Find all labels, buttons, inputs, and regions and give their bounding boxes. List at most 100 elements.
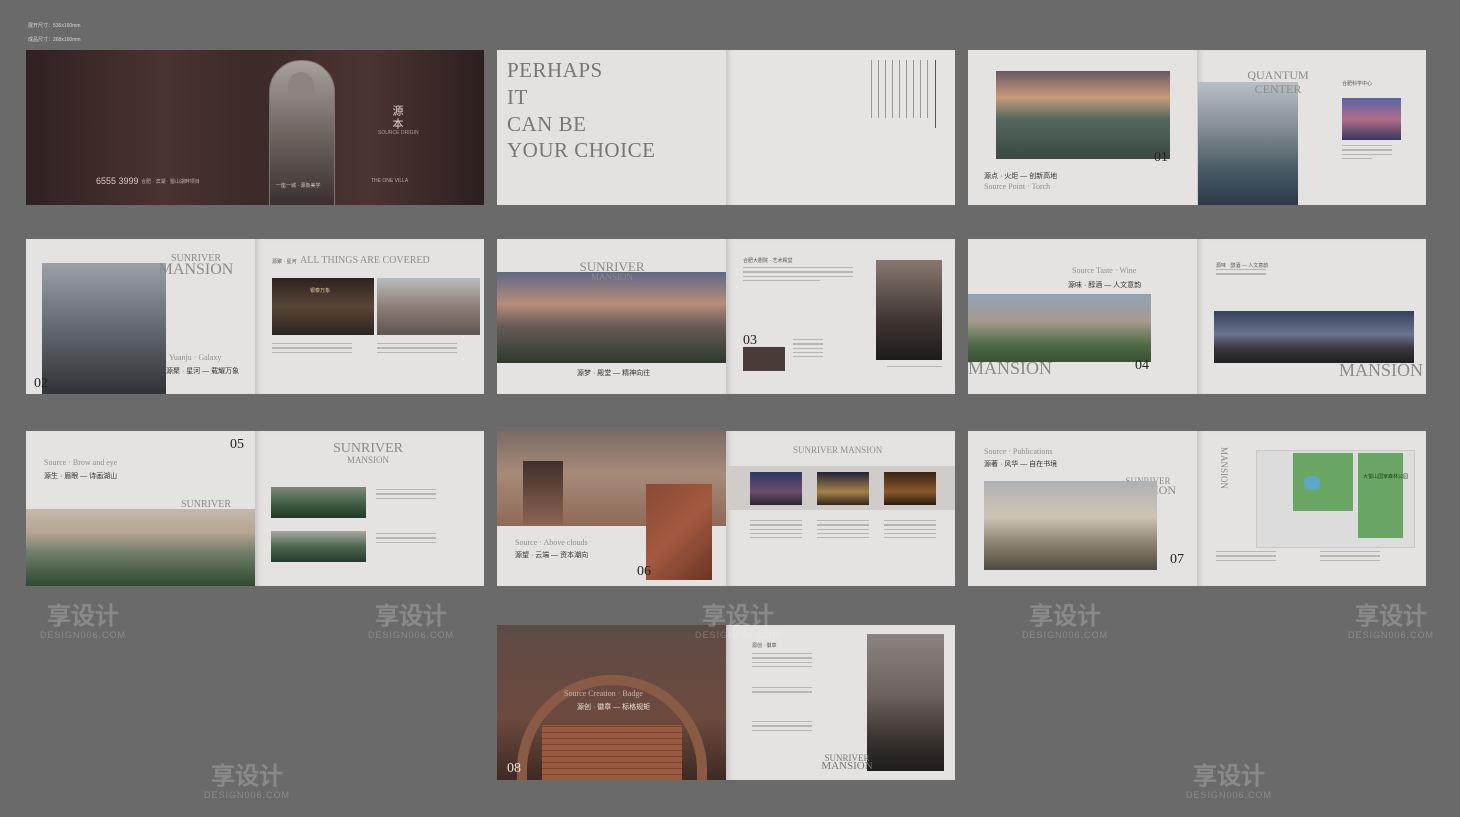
list-text bbox=[793, 339, 823, 360]
watermark: 享设计 DESIGN006.COM bbox=[40, 603, 127, 640]
spec-page-size: 成品尺寸：268x160mm bbox=[28, 37, 81, 43]
body-text-2 bbox=[376, 533, 436, 546]
wetland-photo bbox=[271, 487, 366, 518]
opera-house-photo bbox=[497, 272, 726, 363]
section-number: 06 bbox=[637, 564, 651, 579]
watermark: 享设计 DESIGN006.COM bbox=[1022, 603, 1109, 640]
body-text-1 bbox=[376, 489, 436, 502]
spread-wine[interactable]: Source Taste · Wine 源味 · 醇酒 — 人文意韵 MANSI… bbox=[968, 239, 1426, 394]
divider-line bbox=[935, 60, 936, 128]
quantum-title: QUANTUM bbox=[1247, 68, 1309, 82]
headline-line-1: PERHAPS bbox=[507, 58, 603, 82]
city-park-photo bbox=[968, 294, 1151, 362]
section-number: 07 bbox=[1170, 552, 1184, 567]
forest-photo bbox=[271, 531, 366, 562]
cover-brand-en: SOURCE ORIGIN bbox=[378, 130, 419, 136]
note-title: 源味 · 醇酒 — 人文意韵 bbox=[1216, 263, 1269, 269]
section-subtitle: Source Creation · Badge bbox=[564, 689, 643, 698]
watermark: 享设计 DESIGN006.COM bbox=[368, 603, 455, 640]
mall-sign: 银泰万象 bbox=[310, 288, 331, 294]
cover-background bbox=[26, 50, 484, 205]
sunriver-heading: SUNRIVER bbox=[332, 441, 403, 456]
skyline-photo bbox=[42, 263, 166, 394]
lake-landscape-photo bbox=[26, 509, 255, 586]
body-text bbox=[1216, 269, 1266, 278]
section-subtitle: Source · Brow and eye bbox=[44, 458, 118, 467]
section-caption: 源著 · 风华 — 自在书境 bbox=[984, 461, 1058, 468]
spec-spread-size: 展开尺寸：536x160mm bbox=[28, 23, 81, 29]
cathedral-photo bbox=[867, 634, 944, 771]
spread-lake[interactable]: 05 Source · Brow and eye 源生 · 眉眼 — 诗画湖山 … bbox=[26, 431, 484, 586]
spread-cover[interactable]: 6555 3999 合肥 · 滨湖 · 蜀山湖畔项目 一座一城 · 源象美学 源… bbox=[26, 50, 484, 205]
cover-address: 合肥 · 滨湖 · 蜀山湖畔项目 bbox=[141, 179, 200, 185]
night-city-photo bbox=[750, 472, 802, 505]
building-photo bbox=[876, 260, 942, 360]
headline-line-4: YOUR CHOICE bbox=[507, 138, 656, 162]
headline-line-3: CAN BE bbox=[507, 112, 587, 136]
section-caption: 源创 · 徽章 — 标格规矩 bbox=[577, 704, 651, 711]
quantum-note: 合肥科学中心 bbox=[1342, 81, 1373, 87]
vertical-text-column bbox=[871, 60, 931, 118]
body-text-2 bbox=[752, 687, 812, 696]
section-subtitle: Source Point · Torch bbox=[984, 182, 1051, 191]
section-number: 05 bbox=[230, 437, 244, 452]
mansion-title-right: MANSION bbox=[1338, 360, 1423, 380]
map-green-area-1 bbox=[1293, 453, 1353, 511]
section-caption: 源望 · 云端 — 资本潮向 bbox=[515, 552, 589, 559]
section-number: 02 bbox=[34, 376, 48, 391]
body-text-2 bbox=[817, 520, 869, 541]
vertical-mansion-title: MANSION bbox=[1219, 447, 1229, 490]
cover-phone: 6555 3999 bbox=[96, 176, 139, 186]
cover-villa: THE ONE VILLA bbox=[371, 178, 409, 184]
city-street-photo bbox=[377, 278, 480, 335]
mansion-title: MANSION bbox=[821, 760, 873, 772]
quantum-title-2: CENTER bbox=[1254, 82, 1302, 96]
section-caption: 源味 · 醇酒 — 人文意韵 bbox=[1068, 282, 1142, 289]
spread-torch[interactable]: 01 源点 · 火炬 — 创新高地 Source Point · Torch Q… bbox=[968, 50, 1426, 205]
section-subtitle: Source · Above clouds bbox=[515, 538, 588, 547]
spread-badge[interactable]: Source Creation · Badge 源创 · 徽章 — 标格规矩 0… bbox=[497, 625, 955, 780]
cover-tagline: 一座一城 · 源象美学 bbox=[276, 183, 321, 189]
body-text-2 bbox=[1320, 551, 1380, 564]
mansion-title: MANSION bbox=[968, 358, 1053, 378]
mansion-title: MANSION bbox=[158, 261, 234, 278]
spread-galaxy[interactable]: SUNRIVER MANSION 02 Yuanju · Galaxy 源聚 ·… bbox=[26, 239, 484, 394]
body-text bbox=[1342, 145, 1392, 162]
brick-wall-photo bbox=[646, 484, 712, 580]
lit-building-photo bbox=[817, 472, 869, 505]
section-subtitle: Yuanju · Galaxy bbox=[169, 353, 222, 362]
sunriver-title: SUNRIVER bbox=[579, 259, 645, 274]
section-number: 08 bbox=[507, 761, 521, 776]
body-text-1 bbox=[750, 520, 802, 541]
section-number: 04 bbox=[1135, 358, 1149, 373]
cover-brand: 源本 bbox=[391, 105, 403, 131]
villa-photo bbox=[984, 481, 1157, 570]
section-caption: 源生 · 眉眼 — 诗画湖山 bbox=[44, 473, 118, 480]
sunriver-mansion-heading: SUNRIVER MANSION bbox=[793, 445, 883, 455]
body-text-1 bbox=[752, 653, 812, 670]
watermark: 享设计 DESIGN006.COM bbox=[695, 603, 782, 640]
spread-clouds[interactable]: Source · Above clouds 源望 · 云端 — 资本潮向 06 … bbox=[497, 431, 955, 586]
map-park-label: 大蜀山国家森林公园 bbox=[1363, 474, 1409, 480]
quantum-center-photo bbox=[1198, 82, 1298, 205]
body-text-left bbox=[272, 343, 352, 356]
note-title: 源创 · 徽章 bbox=[752, 643, 777, 649]
library-photo bbox=[884, 472, 936, 505]
watermark: 享设计 DESIGN006.COM bbox=[1348, 603, 1435, 640]
cover-dome-shape bbox=[288, 72, 314, 98]
map-lake bbox=[1304, 476, 1320, 490]
section-caption: 源点 · 火炬 — 创新高地 bbox=[984, 173, 1058, 180]
spread-theatre[interactable]: SUNRIVER MANSION 源梦 · 殿堂 — 精神向往 合肥大剧院 · … bbox=[497, 239, 955, 394]
section-caption: 源梦 · 殿堂 — 精神向往 bbox=[577, 370, 651, 377]
watermark: 享设计 DESIGN006.COM bbox=[204, 763, 291, 800]
body-text-3 bbox=[884, 520, 936, 541]
spread-perhaps[interactable]: PERHAPS IT CAN BE YOUR CHOICE bbox=[497, 50, 955, 205]
headline-line-2: IT bbox=[507, 85, 528, 109]
body-text-right bbox=[377, 343, 457, 356]
city-aerial-photo bbox=[996, 71, 1170, 159]
heading-all-things: ALL THINGS ARE COVERED bbox=[300, 255, 430, 266]
map-green-area-2 bbox=[1358, 453, 1403, 538]
watermark: 享设计 DESIGN006.COM bbox=[1186, 763, 1273, 800]
section-caption: 源聚 · 星河 — 载耀万象 bbox=[166, 368, 240, 375]
spread-publications[interactable]: Source · Publications 源著 · 风华 — 自在书境 SUN… bbox=[968, 431, 1426, 586]
